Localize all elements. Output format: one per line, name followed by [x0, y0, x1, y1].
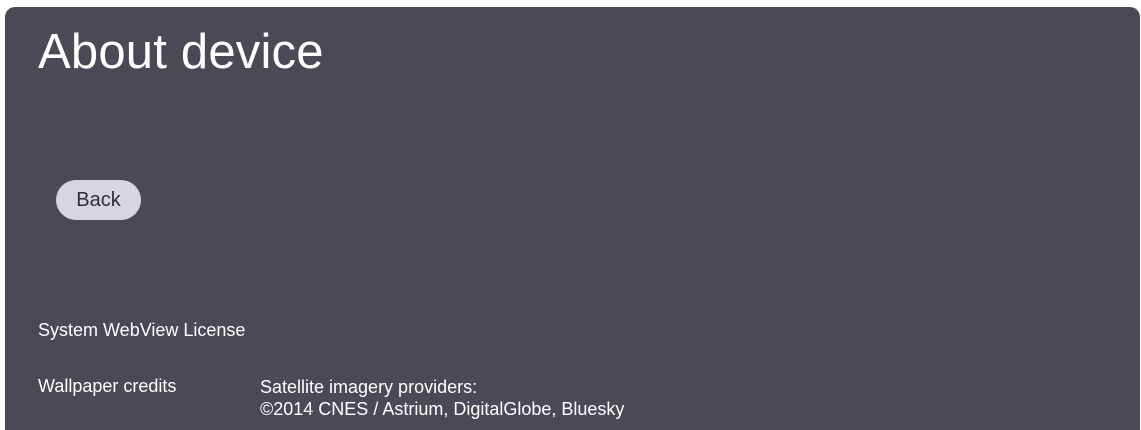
wallpaper-credits-line-1: Satellite imagery providers:	[260, 377, 478, 397]
wallpaper-credits-label: Wallpaper credits	[38, 376, 177, 396]
wallpaper-credits-line-2: ©2014 CNES / Astrium, DigitalGlobe, Blue…	[260, 399, 625, 419]
system-webview-license-item[interactable]: System WebView License	[38, 320, 245, 341]
back-button[interactable]: Back	[56, 180, 141, 220]
page-title: About device	[38, 25, 324, 79]
wallpaper-credits-value: Satellite imagery providers: ©2014 CNES …	[260, 376, 624, 420]
about-device-panel: About device Back System WebView License…	[5, 7, 1140, 430]
